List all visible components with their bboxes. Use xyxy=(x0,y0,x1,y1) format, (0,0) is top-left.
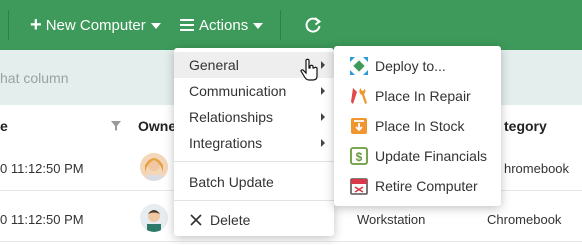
cell-category: hromebook xyxy=(504,161,570,176)
chevron-right-icon xyxy=(321,139,325,147)
submenu-item-label: Retire Computer xyxy=(375,178,478,194)
submenu-item-retire-computer[interactable]: Retire Computer xyxy=(334,171,501,201)
menu-icon xyxy=(180,16,194,34)
submenu-item-place-in-stock[interactable]: Place In Stock xyxy=(334,111,501,141)
retire-icon xyxy=(350,178,368,195)
menu-item-label: Integrations xyxy=(189,135,263,151)
new-computer-button[interactable]: + New Computer xyxy=(30,0,161,50)
menu-item-delete[interactable]: Delete xyxy=(174,207,334,233)
menu-item-label: Relationships xyxy=(189,109,274,125)
repair-icon xyxy=(351,88,367,104)
menu-item-integrations[interactable]: Integrations xyxy=(174,130,334,156)
toolbar: + New Computer Actions xyxy=(0,0,582,50)
cell-type: Workstation xyxy=(357,212,426,227)
menu-divider xyxy=(174,161,334,162)
cell-category: Chromebook xyxy=(487,212,562,227)
submenu-item-update-financials[interactable]: $ Update Financials xyxy=(334,141,501,171)
general-submenu: Deploy to... Place In Repair Place In St… xyxy=(334,46,501,206)
submenu-item-label: Place In Stock xyxy=(375,118,465,134)
deploy-icon xyxy=(350,57,368,75)
column-header-category[interactable]: tegory xyxy=(504,118,547,134)
submenu-item-label: Deploy to... xyxy=(375,58,446,74)
menu-item-label: General xyxy=(189,57,239,73)
toolbar-divider xyxy=(280,10,281,40)
menu-divider xyxy=(174,200,334,201)
svg-text:$: $ xyxy=(356,150,363,164)
menu-item-relationships[interactable]: Relationships xyxy=(174,104,334,130)
chevron-right-icon xyxy=(321,113,325,121)
chevron-right-icon xyxy=(321,87,325,95)
avatar xyxy=(140,204,168,232)
new-computer-label: New Computer xyxy=(45,16,146,34)
column-header-date[interactable]: e xyxy=(0,118,8,134)
submenu-item-label: Place In Repair xyxy=(375,88,471,104)
menu-item-batch-update[interactable]: Batch Update xyxy=(174,169,334,195)
close-icon xyxy=(190,214,202,226)
menu-item-label: Batch Update xyxy=(189,174,274,190)
actions-label: Actions xyxy=(199,16,249,34)
submenu-item-place-in-repair[interactable]: Place In Repair xyxy=(334,81,501,111)
menu-item-label: Communication xyxy=(189,83,287,99)
toolbar-divider xyxy=(8,10,9,40)
hand-cursor-icon xyxy=(300,58,318,81)
avatar xyxy=(140,153,168,181)
submenu-item-label: Update Financials xyxy=(375,148,488,164)
stock-icon xyxy=(351,118,367,134)
refresh-button[interactable] xyxy=(303,0,323,50)
filter-icon[interactable] xyxy=(110,120,122,132)
actions-button[interactable]: Actions xyxy=(180,0,264,50)
plus-icon: + xyxy=(30,14,42,36)
refresh-icon xyxy=(305,17,322,33)
submenu-item-deploy[interactable]: Deploy to... xyxy=(334,51,501,81)
caret-down-icon xyxy=(253,22,264,29)
caret-down-icon xyxy=(150,22,161,29)
menu-item-label: Delete xyxy=(210,212,251,228)
financials-icon: $ xyxy=(350,147,368,165)
cell-date: 0 11:12:50 PM xyxy=(0,161,84,176)
chevron-right-icon xyxy=(321,61,325,69)
group-by-placeholder: hat column xyxy=(0,70,69,86)
cell-date: 0 11:12:50 PM xyxy=(0,212,84,227)
